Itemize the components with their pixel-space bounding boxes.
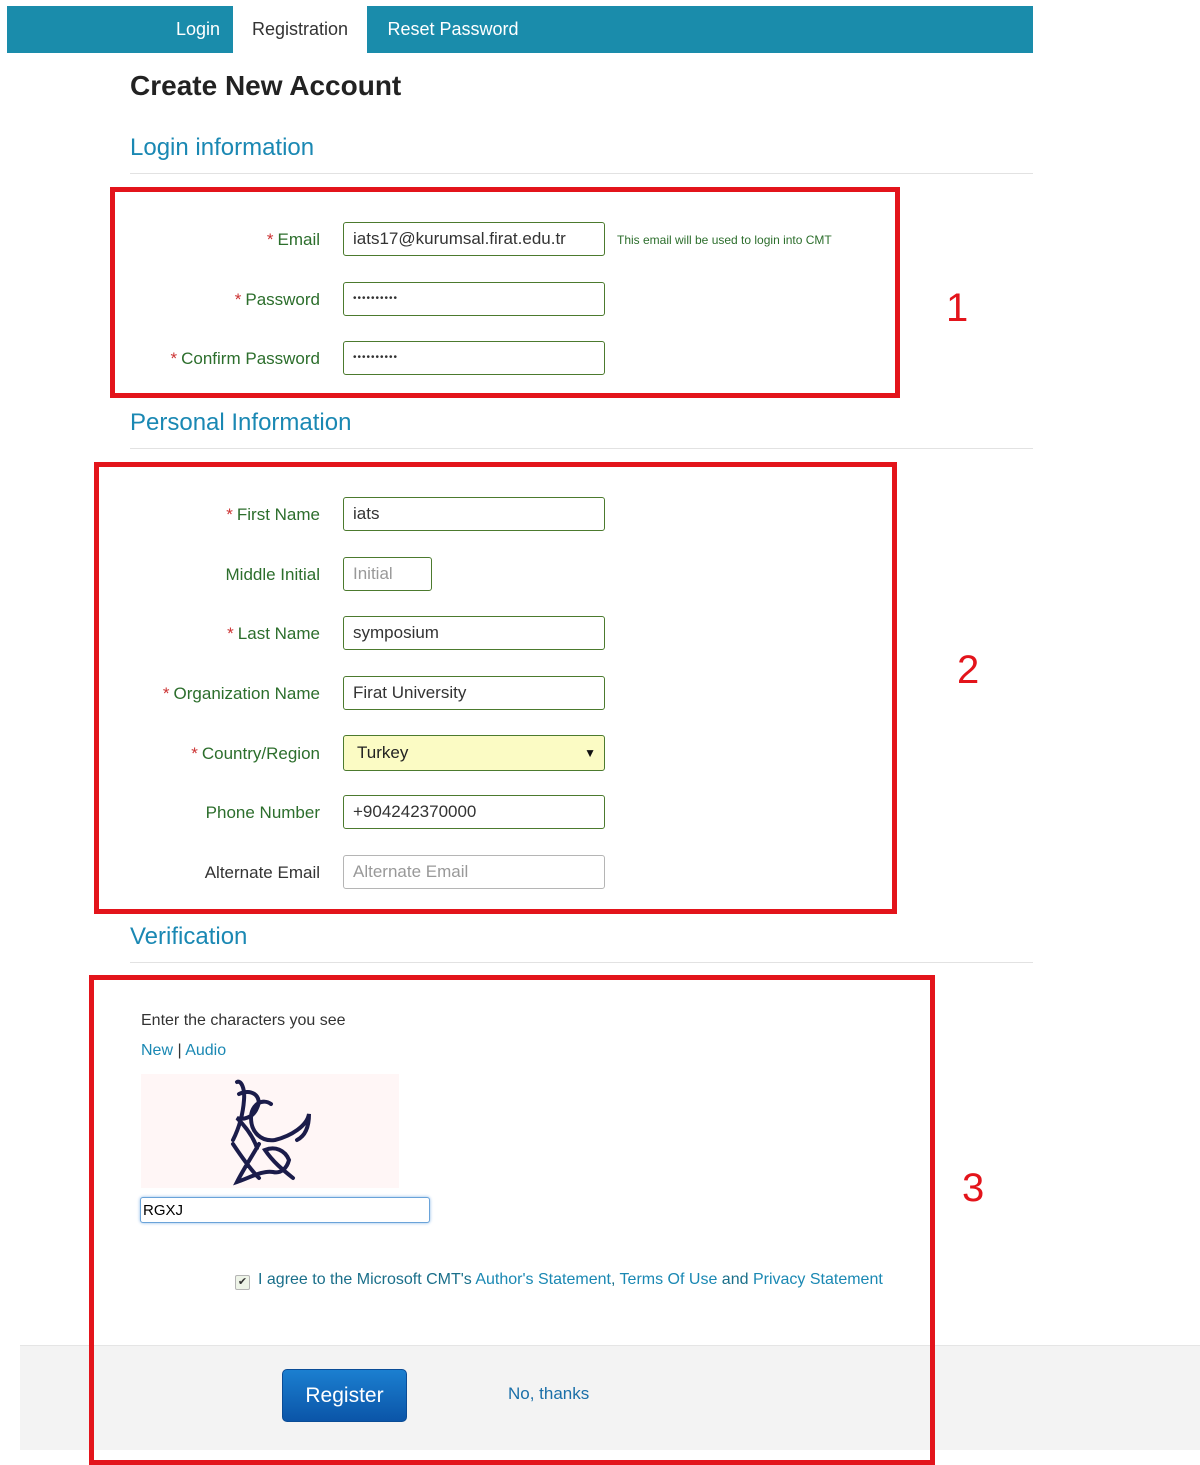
top-nav-bar: Login Registration Reset Password — [7, 6, 1033, 53]
annotation-number-2: 2 — [957, 648, 980, 692]
tab-login[interactable]: Login — [155, 6, 241, 53]
annotation-box-3 — [89, 975, 935, 1465]
section-title-verification: Verification — [130, 923, 248, 950]
section-title-login: Login information — [130, 134, 315, 161]
annotation-box-1 — [110, 187, 900, 398]
annotation-number-1: 1 — [946, 286, 969, 330]
section-divider — [130, 448, 1033, 449]
tab-registration[interactable]: Registration — [233, 6, 367, 53]
section-divider — [130, 173, 1033, 174]
section-divider — [130, 962, 1033, 963]
annotation-number-3: 3 — [962, 1166, 985, 1210]
annotation-box-2 — [94, 462, 897, 914]
tab-reset-password[interactable]: Reset Password — [367, 6, 539, 53]
section-title-personal: Personal Information — [130, 409, 352, 436]
page-title: Create New Account — [130, 70, 402, 101]
